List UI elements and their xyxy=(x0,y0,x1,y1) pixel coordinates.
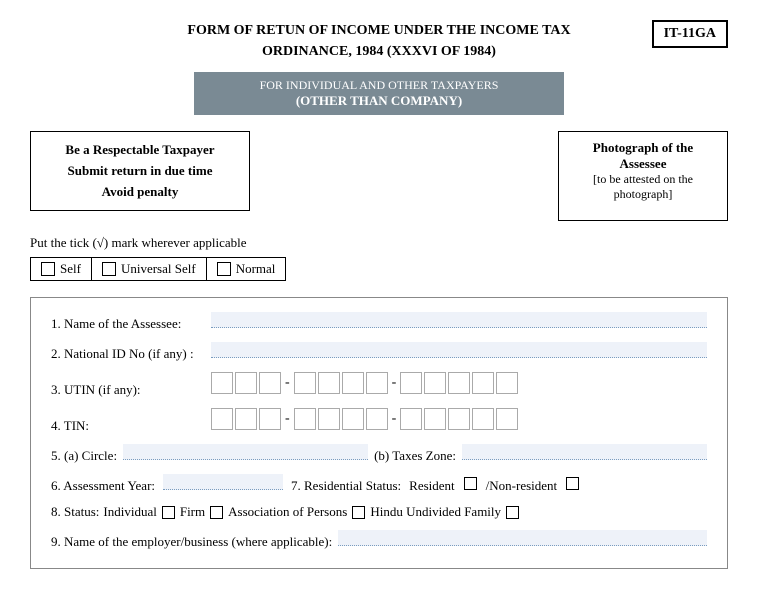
form-row-5: 5. (a) Circle: (b) Taxes Zone: xyxy=(51,444,707,464)
utin-d8[interactable] xyxy=(400,372,422,394)
form-code: IT-11GA xyxy=(664,26,716,41)
field5a-input[interactable] xyxy=(123,444,368,460)
checkbox-nonresident[interactable] xyxy=(566,477,579,490)
tin-d1[interactable] xyxy=(211,408,233,430)
tick-option-self[interactable]: Self xyxy=(30,257,92,281)
field9-input[interactable] xyxy=(338,530,707,546)
checkbox-aop[interactable] xyxy=(352,506,365,519)
tick-options: Self Universal Self Normal xyxy=(30,257,728,281)
header-area: FORM OF RETUN OF INCOME UNDER THE INCOME… xyxy=(30,20,728,62)
field1-input[interactable] xyxy=(211,312,707,328)
taxpayer-line2: Submit return in due time xyxy=(45,161,235,182)
utin-sep1: - xyxy=(285,375,290,391)
field7-resident-label: Resident xyxy=(409,478,455,494)
form-row-8: 8. Status: Individual Firm Association o… xyxy=(51,504,707,520)
field6-label: 6. Assessment Year: xyxy=(51,478,155,494)
checkbox-universal[interactable] xyxy=(102,262,116,276)
utin-d12[interactable] xyxy=(496,372,518,394)
form-row-1: 1. Name of the Assessee: xyxy=(51,312,707,332)
field9-label: 9. Name of the employer/business (where … xyxy=(51,534,332,550)
form-row-67: 6. Assessment Year: 7. Residential Statu… xyxy=(51,474,707,494)
title-line2: ORDINANCE, 1984 (XXXVI OF 1984) xyxy=(187,41,570,62)
tick-label: Put the tick (√) mark wherever applicabl… xyxy=(30,235,728,251)
utin-d2[interactable] xyxy=(235,372,257,394)
utin-d11[interactable] xyxy=(472,372,494,394)
form-row-4: 4. TIN: - - xyxy=(51,408,707,434)
tick-label-normal: Normal xyxy=(236,261,276,277)
field7-nonresident-label: /Non-resident xyxy=(486,478,557,494)
utin-d1[interactable] xyxy=(211,372,233,394)
subtitle-line2: (OTHER THAN COMPANY) xyxy=(214,93,544,109)
tin-sep2: - xyxy=(392,411,397,427)
form-row-3: 3. UTIN (if any): - - xyxy=(51,372,707,398)
checkbox-resident[interactable] xyxy=(464,477,477,490)
title-line1: FORM OF RETUN OF INCOME UNDER THE INCOME… xyxy=(187,20,570,41)
field4-label: 4. TIN: xyxy=(51,418,211,434)
tin-d10[interactable] xyxy=(448,408,470,430)
tin-d7[interactable] xyxy=(366,408,388,430)
field5b-label: (b) Taxes Zone: xyxy=(374,448,456,464)
tin-d6[interactable] xyxy=(342,408,364,430)
middle-row: Be a Respectable Taxpayer Submit return … xyxy=(30,131,728,221)
field8-label: 8. Status: xyxy=(51,504,99,520)
field5a-label: 5. (a) Circle: xyxy=(51,448,117,464)
utin-sep2: - xyxy=(392,375,397,391)
form-row-2: 2. National ID No (if any) : xyxy=(51,342,707,362)
tin-d9[interactable] xyxy=(424,408,446,430)
utin-d5[interactable] xyxy=(318,372,340,394)
tin-digit-group: - - xyxy=(211,408,518,430)
tin-d8[interactable] xyxy=(400,408,422,430)
field8-huf-label: Hindu Undivided Family xyxy=(370,504,501,520)
checkbox-individual[interactable] xyxy=(162,506,175,519)
utin-d10[interactable] xyxy=(448,372,470,394)
utin-d7[interactable] xyxy=(366,372,388,394)
tick-label-self: Self xyxy=(60,261,81,277)
tick-label-text: Put the tick (√) mark wherever applicabl… xyxy=(30,235,247,250)
tin-d3[interactable] xyxy=(259,408,281,430)
field6-input[interactable] xyxy=(163,474,283,490)
taxpayer-line3: Avoid penalty xyxy=(45,182,235,203)
utin-d9[interactable] xyxy=(424,372,446,394)
utin-d3[interactable] xyxy=(259,372,281,394)
field7-label: 7. Residential Status: xyxy=(291,478,401,494)
tin-d11[interactable] xyxy=(472,408,494,430)
checkbox-self[interactable] xyxy=(41,262,55,276)
checkbox-huf[interactable] xyxy=(506,506,519,519)
utin-d6[interactable] xyxy=(342,372,364,394)
page: FORM OF RETUN OF INCOME UNDER THE INCOME… xyxy=(0,0,758,589)
field8-aop-label: Association of Persons xyxy=(228,504,347,520)
photo-box: Photograph of the Assessee [to be attest… xyxy=(558,131,728,221)
tin-d5[interactable] xyxy=(318,408,340,430)
field8-individual-label: Individual xyxy=(103,504,156,520)
form-row-9: 9. Name of the employer/business (where … xyxy=(51,530,707,550)
field8-firm-label: Firm xyxy=(180,504,205,520)
tick-option-universal[interactable]: Universal Self xyxy=(92,257,207,281)
field2-input[interactable] xyxy=(211,342,707,358)
checkbox-firm[interactable] xyxy=(210,506,223,519)
photo-title: Photograph of the Assessee xyxy=(573,140,713,172)
photo-note: [to be attested on the photograph] xyxy=(573,172,713,202)
tick-label-universal: Universal Self xyxy=(121,261,196,277)
subtitle-line1: FOR INDIVIDUAL AND OTHER TAXPAYERS xyxy=(214,78,544,93)
tin-sep1: - xyxy=(285,411,290,427)
tin-d2[interactable] xyxy=(235,408,257,430)
utin-d4[interactable] xyxy=(294,372,316,394)
field2-label: 2. National ID No (if any) : xyxy=(51,346,211,362)
field1-label: 1. Name of the Assessee: xyxy=(51,316,211,332)
form-title: FORM OF RETUN OF INCOME UNDER THE INCOME… xyxy=(187,20,570,62)
checkbox-normal[interactable] xyxy=(217,262,231,276)
taxpayer-box: Be a Respectable Taxpayer Submit return … xyxy=(30,131,250,211)
field5b-input[interactable] xyxy=(462,444,707,460)
taxpayer-line1: Be a Respectable Taxpayer xyxy=(45,140,235,161)
form-code-box: IT-11GA xyxy=(652,20,728,48)
tick-option-normal[interactable]: Normal xyxy=(207,257,287,281)
utin-digit-group: - - xyxy=(211,372,518,394)
field3-label: 3. UTIN (if any): xyxy=(51,382,211,398)
tin-d12[interactable] xyxy=(496,408,518,430)
tin-d4[interactable] xyxy=(294,408,316,430)
subtitle-banner: FOR INDIVIDUAL AND OTHER TAXPAYERS (OTHE… xyxy=(194,72,564,115)
form-section: 1. Name of the Assessee: 2. National ID … xyxy=(30,297,728,569)
